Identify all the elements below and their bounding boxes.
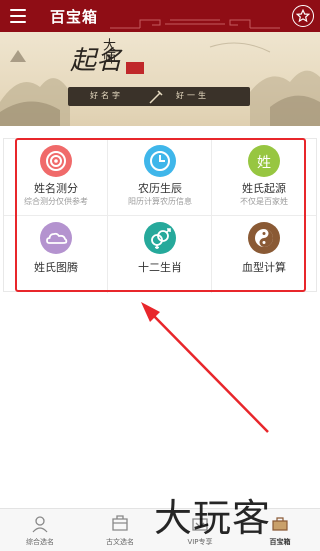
gender-symbol-icon	[144, 222, 176, 254]
feature-sub: 综合测分仅供参考	[24, 197, 88, 206]
calligraphy-subtitle: 大师	[100, 38, 115, 64]
cloud-icon	[40, 222, 72, 254]
surname-icon: 姓	[248, 145, 280, 177]
feature-label: 姓氏图腾	[34, 261, 78, 274]
feature-name-score[interactable]: 姓名测分 综合测分仅供参考	[4, 139, 108, 216]
feature-lunar-birth[interactable]: 农历生辰 阳历计算农历信息	[108, 139, 212, 216]
hamburger-menu-icon[interactable]	[10, 9, 26, 23]
page-title: 百宝箱	[50, 8, 99, 26]
feature-sub: 不仅是百家姓	[240, 197, 288, 206]
feature-blood-type[interactable]: 血型计算	[212, 216, 316, 293]
feature-grid: 姓名测分 综合测分仅供参考 农历生辰 阳历计算农历信息 姓 姓氏起源 不仅是百家…	[3, 138, 317, 293]
feature-label: 姓名测分	[34, 182, 78, 195]
tab-label: 古文选名	[106, 538, 134, 546]
feature-label: 血型计算	[242, 261, 286, 274]
target-icon	[40, 145, 72, 177]
feature-zodiac[interactable]: 十二生肖	[108, 216, 212, 293]
user-icon	[32, 516, 48, 533]
feature-label: 十二生肖	[138, 261, 182, 274]
landscape-painting	[0, 42, 320, 126]
yin-yang-icon	[248, 222, 280, 254]
red-seal-stamp	[126, 62, 144, 74]
feature-sub: 阳历计算农历信息	[128, 197, 192, 206]
banner-plaque: 好名字 好一生	[68, 87, 250, 106]
feature-surname-totem[interactable]: 姓氏图腾	[4, 216, 108, 293]
tab-vip[interactable]: VIP专享	[160, 509, 240, 551]
tab-classical-naming[interactable]: 古文选名	[80, 509, 160, 551]
plaque-text-left: 好名字	[90, 91, 123, 100]
tab-toolbox[interactable]: 百宝箱	[240, 509, 320, 551]
bottom-tab-bar: 综合选名 古文选名 VIP专享 百宝箱	[0, 508, 320, 551]
tab-label: VIP专享	[187, 538, 213, 546]
banner-image: 起名 大师 好名字 好一生	[0, 32, 320, 126]
brush-icon	[149, 90, 163, 104]
favorites-star-icon[interactable]	[292, 5, 314, 27]
tab-comprehensive-naming[interactable]: 综合选名	[0, 509, 80, 551]
feature-label: 农历生辰	[138, 182, 182, 195]
tab-label: 百宝箱	[269, 538, 291, 546]
plaque-text-right: 好一生	[176, 91, 209, 100]
clock-icon	[144, 145, 176, 177]
feature-surname-origin[interactable]: 姓 姓氏起源 不仅是百家姓	[212, 139, 316, 216]
decorative-pattern	[110, 19, 280, 29]
feature-label: 姓氏起源	[242, 182, 286, 195]
toolbox-icon	[272, 517, 288, 531]
tab-label: 综合选名	[26, 538, 54, 546]
vip-icon	[192, 518, 208, 531]
surname-icon-text: 姓	[257, 155, 271, 171]
app-header: 百宝箱	[0, 0, 320, 32]
book-icon	[112, 515, 128, 531]
